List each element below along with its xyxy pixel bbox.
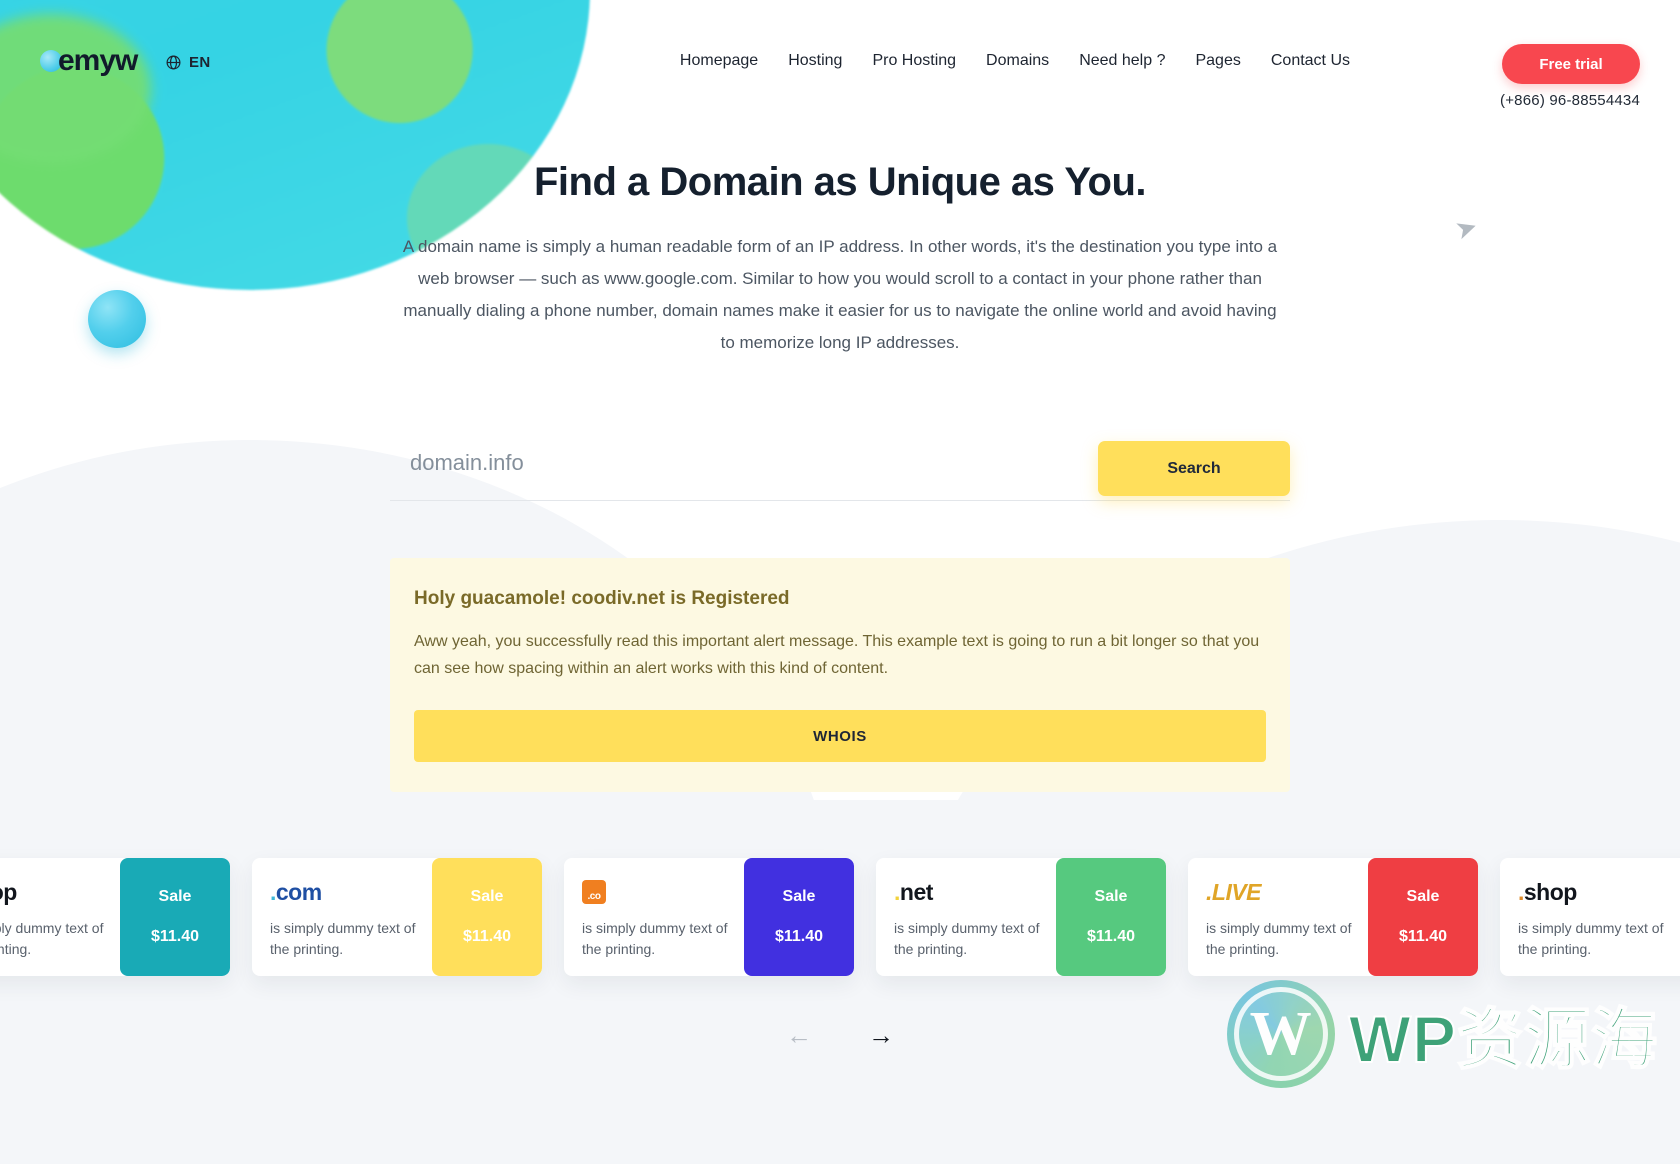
sale-badge[interactable]: Sale $11.40: [1056, 858, 1166, 976]
site-header: emyw EN Homepage Hosting Pro Hosting Dom…: [0, 0, 1680, 120]
language-label: EN: [189, 54, 211, 71]
sale-label: Sale: [782, 888, 816, 905]
nav-item-pro-hosting[interactable]: Pro Hosting: [872, 52, 956, 70]
tld-name: com: [275, 878, 322, 905]
sale-badge[interactable]: Sale $11.40: [744, 858, 854, 976]
price-label: $11.40: [150, 928, 200, 945]
language-switcher[interactable]: EN: [165, 54, 211, 71]
free-trial-button[interactable]: Free trial: [1502, 44, 1640, 84]
hero-description: A domain name is simply a human readable…: [402, 237, 1278, 352]
sale-badge[interactable]: Sale $11.40: [120, 858, 230, 976]
nav-item-hosting[interactable]: Hosting: [788, 52, 842, 70]
sale-label: Sale: [1094, 888, 1128, 905]
tld-description: is simply dummy text of the printing.: [1206, 920, 1352, 957]
tld-card[interactable]: . net is simply dummy text of the printing…: [876, 858, 1166, 976]
arrow-left-icon[interactable]: ←: [784, 1020, 814, 1050]
search-button[interactable]: Search: [1098, 441, 1290, 496]
nav-item-need-help[interactable]: Need help ?: [1079, 52, 1165, 70]
price-label: $11.40: [462, 928, 512, 945]
sale-label: Sale: [158, 888, 192, 905]
logo-text: emyw: [58, 44, 138, 77]
tld-card[interactable]: .shopis simply dummy text of the printin…: [0, 858, 230, 976]
logo[interactable]: emyw: [40, 44, 138, 78]
sale-badge[interactable]: Sale $11.40: [432, 858, 542, 976]
sale-label: Sale: [1406, 888, 1440, 905]
tld-description: is simply dummy text of the printing.: [894, 920, 1040, 957]
tld-description: is simply dummy text of the printing.: [1518, 920, 1664, 957]
main-navigation: Homepage Hosting Pro Hosting Domains Nee…: [680, 52, 1350, 70]
wp-watermark: W WP资源海: [1226, 980, 1658, 1088]
wordpress-logo-icon: W: [1226, 980, 1335, 1088]
watermark-text: WP资源海: [1348, 1001, 1658, 1077]
nav-item-domains[interactable]: Domains: [986, 52, 1049, 70]
tld-label: .shop: [1518, 878, 1680, 906]
whois-button[interactable]: WHOIS: [414, 710, 1266, 762]
nav-item-contact-us[interactable]: Contact Us: [1271, 52, 1350, 70]
tld-carousel: .shop is simply dummy text of the printin…: [0, 858, 1680, 998]
tld-card[interactable]: .shop is simply dummy text of the printin…: [1500, 858, 1680, 976]
page-root: ➤ emyw EN Homepage Hosting Pro Hosting D…: [0, 0, 1680, 1164]
phone-number[interactable]: (+866) 96-88554434: [1500, 92, 1640, 109]
tld-card[interactable]: . LIVE is simply dummy text of the printin…: [1188, 858, 1478, 976]
co-brand-icon: .co: [582, 880, 606, 904]
tld-card[interactable]: . com is simply dummy text of the printing…: [252, 858, 542, 976]
tld-description: is simply dummy text of the printing.: [582, 920, 728, 957]
carousel-track[interactable]: .shop is simply dummy text of the printin…: [0, 858, 1680, 976]
nav-item-homepage[interactable]: Homepage: [680, 52, 758, 70]
arrow-right-icon[interactable]: →: [866, 1020, 896, 1050]
tld-card[interactable]: .co is simply dummy text of the printing.…: [564, 858, 854, 976]
globe-icon: [166, 55, 181, 70]
sale-badge[interactable]: Sale $11.40: [1368, 858, 1478, 976]
alert-body: Aww yeah, you successfully read this imp…: [414, 633, 1260, 677]
tld-name: LIVE: [1211, 878, 1262, 905]
hero-section: Find a Domain as Unique as You. A domain…: [0, 160, 1680, 359]
watermark-letter: W: [1249, 999, 1312, 1068]
tld-name: shop: [1523, 878, 1577, 905]
registration-alert: Holy guacamole! coodiv.net is Registered…: [390, 558, 1290, 792]
tld-description: is simply dummy text of the printing.: [0, 920, 104, 957]
price-label: $11.40: [1086, 928, 1136, 945]
page-title: Find a Domain as Unique as You.: [533, 160, 1147, 204]
tld-name: shop: [0, 878, 17, 905]
domain-search: Search: [390, 435, 1290, 507]
nav-item-pages[interactable]: Pages: [1195, 52, 1240, 70]
price-label: $11.40: [1398, 928, 1448, 945]
tld-description: is simply dummy text of the printing.: [270, 920, 416, 957]
price-label: $11.40: [774, 928, 824, 945]
tld-name: net: [899, 878, 934, 905]
sale-label: Sale: [470, 888, 504, 905]
alert-title: Holy guacamole! coodiv.net is Registered: [414, 588, 790, 609]
